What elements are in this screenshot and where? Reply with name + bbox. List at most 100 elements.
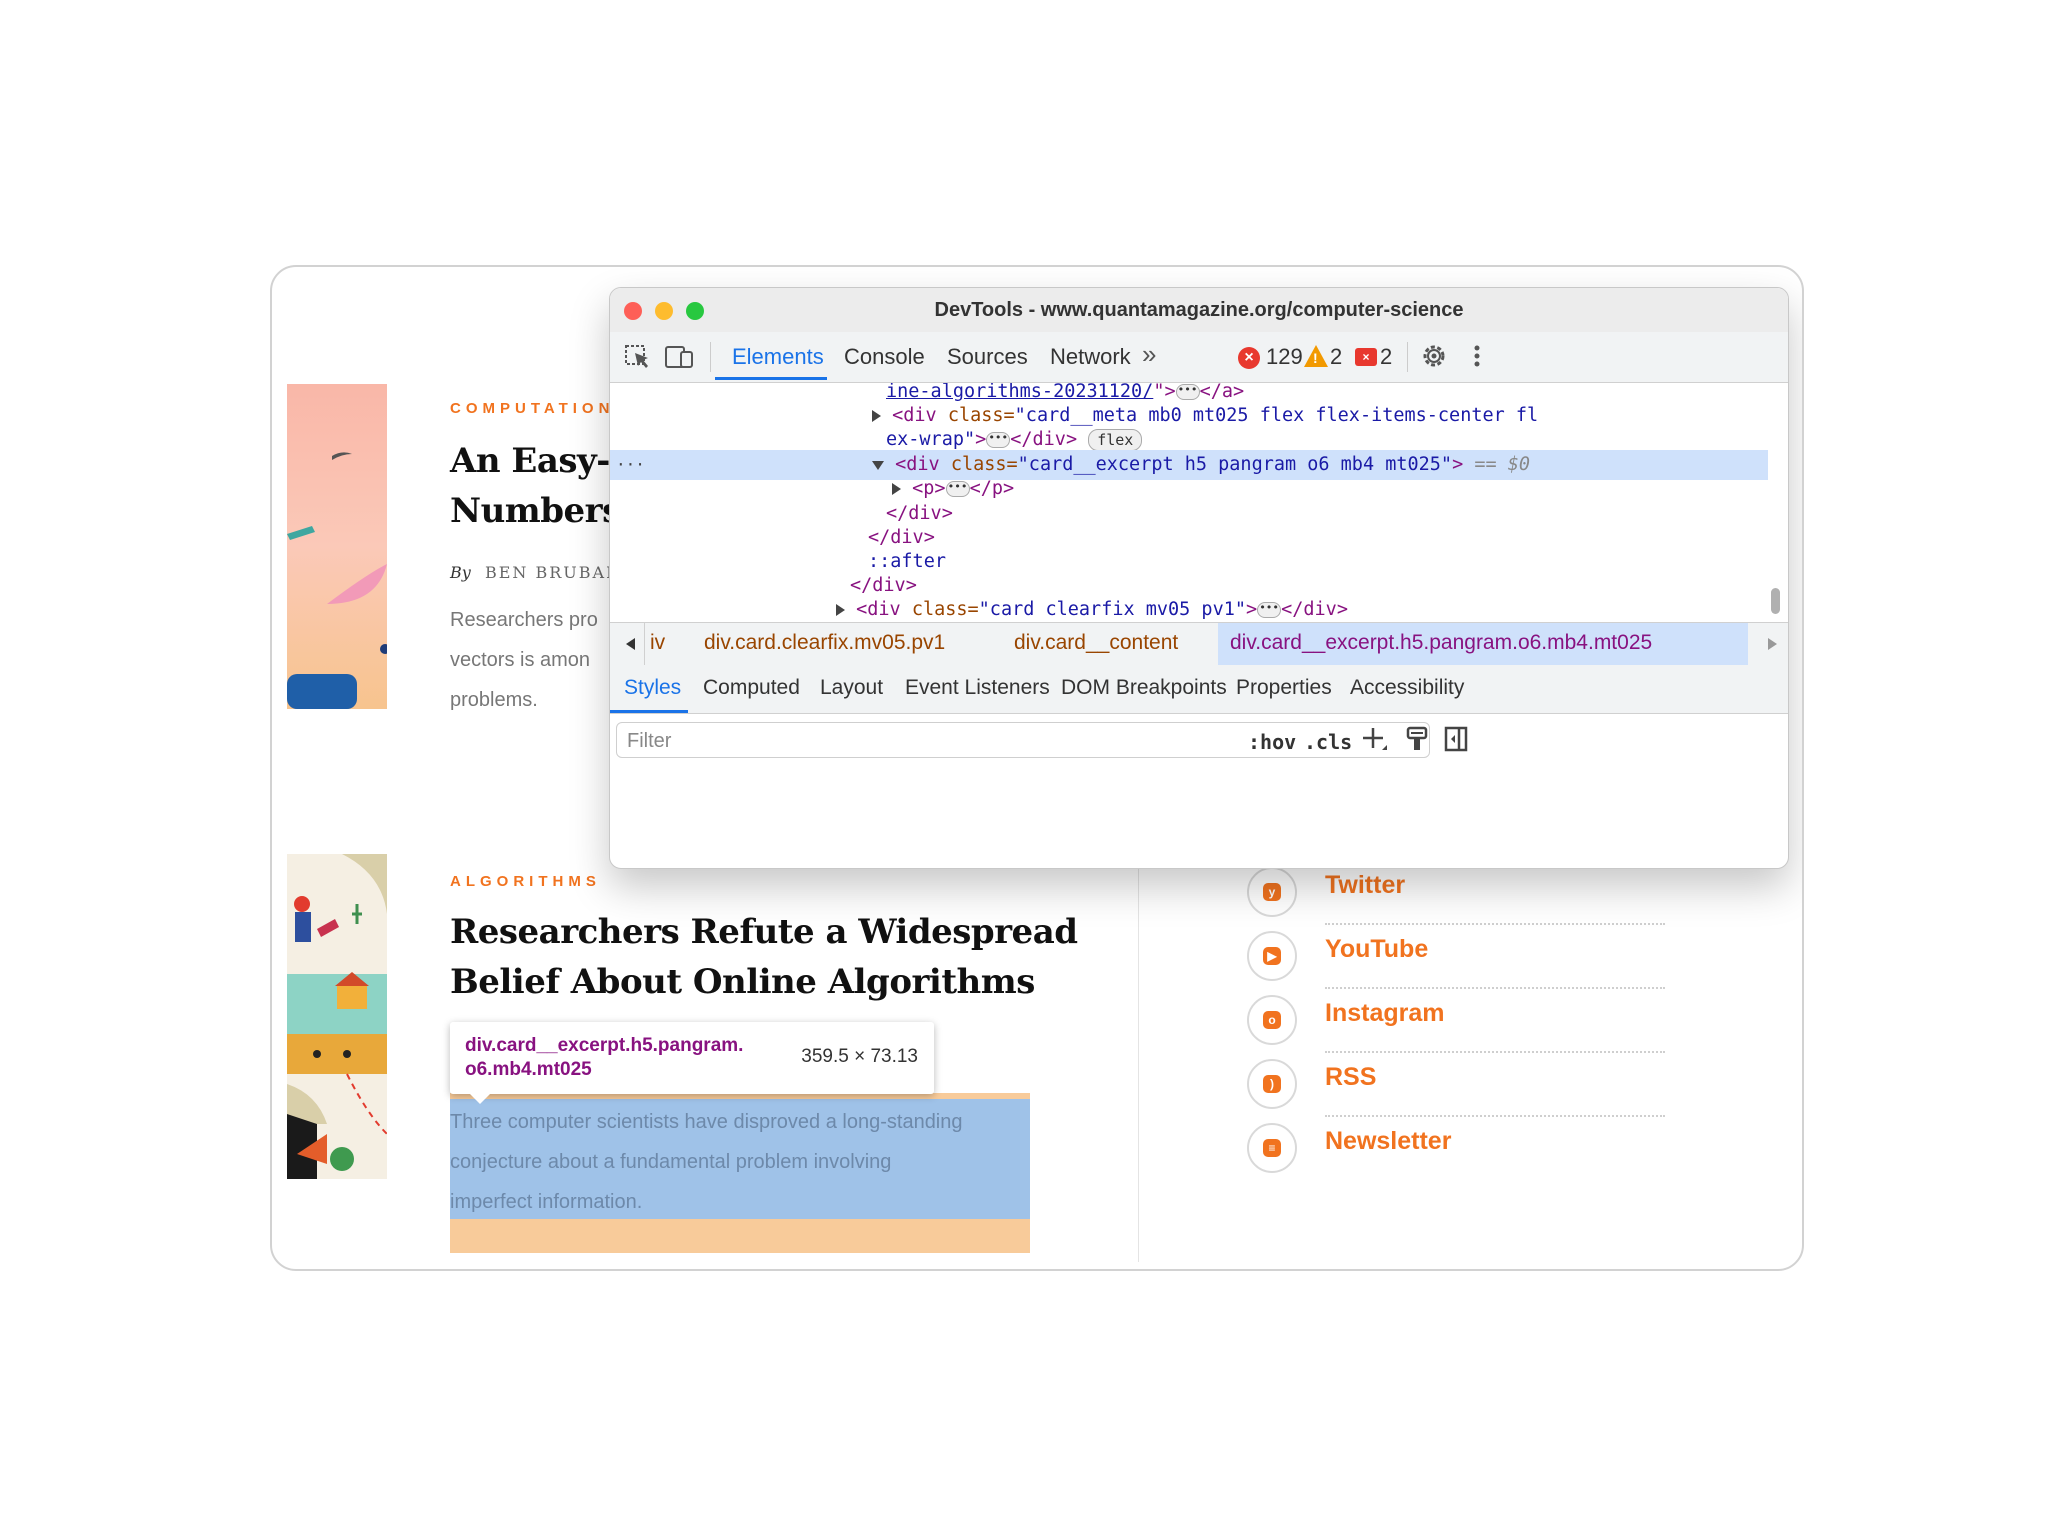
error-count[interactable]: 129 [1266,344,1303,370]
breadcrumb-item-active[interactable]: div.card__excerpt.h5.pangram.o6.mb4.mt02… [1230,631,1652,655]
active-tab-indicator [715,377,827,380]
collapse-triangle-icon[interactable] [872,460,884,470]
warning-count[interactable]: 2 [1330,344,1342,370]
breadcrumb-separator [644,623,645,665]
scroll-left-icon[interactable] [626,638,635,650]
dom-attr-name[interactable]: class= [951,454,1018,475]
youtube-icon: ▶ [1247,931,1297,981]
author-name[interactable]: BEN BRUBAK [485,563,620,582]
social-label[interactable]: RSS [1325,1063,1376,1092]
dom-attr-value[interactable]: "card__meta mb0 mt025 flex flex-items-ce… [1015,405,1538,426]
social-label[interactable]: Instagram [1325,999,1444,1028]
new-style-rule-icon[interactable] [1362,726,1388,759]
styles-pane-tabs: Styles Computed Layout Event Listeners D… [610,665,1788,714]
dom-node-line-selected[interactable]: ··· <div class="card__excerpt h5 pangram… [610,450,1768,480]
dom-tag: > [1452,454,1464,475]
tab-properties[interactable]: Properties [1236,676,1332,700]
dom-node-line[interactable]: <div class="card clearfix mv05 pv1"> ••• <… [836,595,1348,621]
dom-href-link[interactable]: ine-algorithms-20231120/ [886,383,1153,402]
active-tab-indicator [610,710,688,713]
more-options-icon[interactable] [1472,342,1500,368]
toolbar-separator [1407,342,1408,372]
collapsed-ellipsis-icon[interactable]: ••• [1175,384,1200,400]
tab-event-listeners[interactable]: Event Listeners [905,676,1050,700]
dom-attr-value[interactable]: "card clearfix mv05 pv1" [979,599,1246,620]
article-excerpt: Three computer scientists have disproved… [450,1102,1030,1222]
device-toolbar-icon[interactable] [664,344,693,370]
social-label[interactable]: YouTube [1325,935,1428,964]
article-headline[interactable]: An Easy-S Numbers [450,436,634,536]
article-thumbnail-1[interactable] [287,384,387,709]
tab-elements[interactable]: Elements [732,344,824,370]
scroll-right-icon[interactable] [1768,638,1777,650]
breadcrumb-item[interactable]: iv [650,631,665,655]
icon-glyph: ≡ [1263,1139,1281,1157]
error-icon[interactable]: × [1238,347,1260,369]
social-link-instagram[interactable]: o Instagram [1247,995,1667,1065]
toolbar-separator [710,342,711,372]
column-divider [1138,867,1139,1262]
tab-computed[interactable]: Computed [703,676,800,700]
dom-tag: </p> [969,478,1015,499]
rss-icon: ) [1247,1059,1297,1109]
issues-icon[interactable]: × [1355,348,1377,366]
social-link-newsletter[interactable]: ≡ Newsletter [1247,1123,1667,1193]
dom-attr-name[interactable]: class= [912,599,979,620]
dom-attr-value[interactable]: "card__excerpt h5 pangram o6 mb4 mt025" [1018,454,1452,475]
tab-accessibility[interactable]: Accessibility [1350,676,1464,700]
tab-layout[interactable]: Layout [820,676,883,700]
devtools-window: DevTools - www.quantamagazine.org/comput… [609,287,1789,869]
headline-line[interactable]: Numbers [450,486,634,536]
tab-network[interactable]: Network [1050,344,1131,370]
issue-count[interactable]: 2 [1380,344,1392,370]
expand-triangle-icon[interactable] [892,483,901,495]
tab-console[interactable]: Console [844,344,925,370]
dom-attr-name[interactable]: class= [948,405,1015,426]
expand-triangle-icon[interactable] [836,604,845,616]
breadcrumb: iv div.card.clearfix.mv05.pv1 div.card__… [610,622,1788,666]
window-titlebar[interactable]: DevTools - www.quantamagazine.org/comput… [610,288,1788,333]
toggle-sidebar-icon[interactable] [1444,726,1468,759]
class-toggle-button[interactable]: .cls [1304,730,1352,754]
dom-tag: </div> [868,527,935,548]
dotted-divider [1325,1115,1665,1117]
article-kicker[interactable]: ALGORITHMS [450,873,601,890]
excerpt-line: problems. [450,689,538,711]
node-actions-icon[interactable]: ··· [616,450,645,480]
tab-styles[interactable]: Styles [624,676,681,700]
settings-gear-icon[interactable] [1420,342,1448,368]
collapsed-ellipsis-icon[interactable]: ••• [986,432,1011,448]
social-link-rss[interactable]: ) RSS [1247,1059,1667,1129]
article-byline: By BEN BRUBAK [450,563,620,582]
hover-state-button[interactable]: :hov [1248,730,1296,754]
excerpt-line: conjecture about a fundamental problem i… [450,1151,892,1173]
paint-brush-icon[interactable] [1406,726,1428,759]
breadcrumb-item[interactable]: div.card__content [1014,631,1178,655]
collapsed-ellipsis-icon[interactable]: ••• [945,481,970,497]
tab-sources[interactable]: Sources [947,344,1028,370]
tab-dom-breakpoints[interactable]: DOM Breakpoints [1061,676,1227,700]
social-link-youtube[interactable]: ▶ YouTube [1247,931,1667,1001]
article-thumbnail-2[interactable] [287,854,387,1179]
dotted-divider [1325,1051,1665,1053]
social-link-twitter[interactable]: y Twitter [1247,867,1667,937]
social-label[interactable]: Twitter [1325,871,1405,900]
more-tabs-icon[interactable]: » [1142,339,1156,370]
headline-line[interactable]: Researchers Refute a Widespread [450,907,1078,957]
collapsed-ellipsis-icon[interactable]: ••• [1257,602,1282,618]
article-headline[interactable]: Researchers Refute a Widespread Belief A… [450,907,1078,1007]
dom-tag: <div [892,405,948,426]
expand-triangle-icon[interactable] [872,410,881,422]
screenshot-frame: COMPUTATION An Easy-S Numbers By BEN BRU… [270,265,1804,1271]
byline-prefix: By [450,563,471,582]
article-kicker[interactable]: COMPUTATION [450,400,614,417]
headline-line[interactable]: Belief About Online Algorithms [450,957,1078,1007]
headline-line[interactable]: An Easy-S [450,436,634,486]
social-label[interactable]: Newsletter [1325,1127,1451,1156]
flex-badge[interactable]: flex [1088,429,1143,451]
warning-icon[interactable]: ! [1304,345,1328,367]
dom-attr-value[interactable]: ex-wrap" [886,429,975,450]
breadcrumb-item[interactable]: div.card.clearfix.mv05.pv1 [704,631,945,655]
dom-scrollbar[interactable] [1771,588,1780,614]
inspect-element-icon[interactable] [624,344,652,370]
